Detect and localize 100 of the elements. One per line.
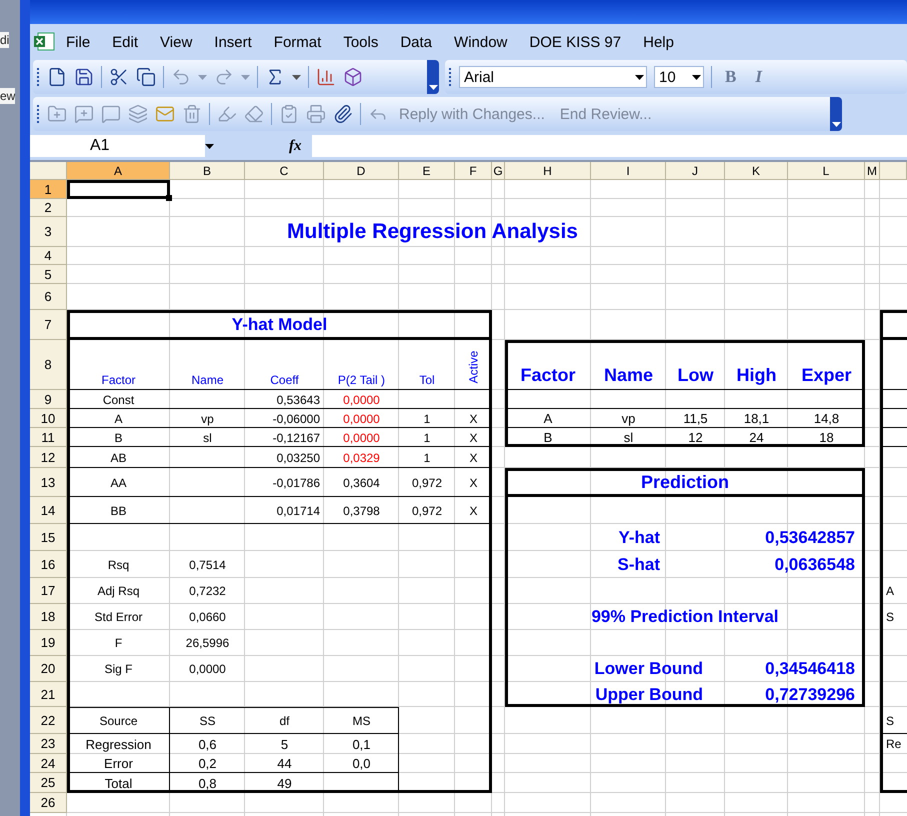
- column-header[interactable]: M: [865, 162, 880, 180]
- column-heading: Exper: [800, 364, 853, 387]
- table-cell-text: 1: [422, 410, 432, 428]
- table-cell-text: 0,1: [351, 736, 372, 754]
- row-header[interactable]: 23: [30, 734, 67, 754]
- row-header[interactable]: 11: [30, 428, 67, 447]
- stat-label: F: [114, 635, 124, 652]
- column-header[interactable]: A: [67, 162, 170, 180]
- row-header[interactable]: 14: [30, 497, 67, 524]
- stat-value: 0,7514: [188, 556, 227, 574]
- column-header[interactable]: B: [170, 162, 245, 180]
- menu-item[interactable]: Edit: [101, 34, 150, 50]
- cube-icon[interactable]: [343, 67, 363, 87]
- column-header[interactable]: D: [324, 162, 399, 180]
- panel-title: Prediction: [640, 471, 730, 494]
- row-header[interactable]: 7: [30, 310, 67, 340]
- column-heading: P(2 Tail ): [336, 372, 386, 389]
- formula-field[interactable]: [312, 135, 907, 157]
- row-header[interactable]: 15: [30, 524, 67, 551]
- caret-icon[interactable]: [832, 122, 840, 127]
- row-header[interactable]: 3: [30, 217, 67, 247]
- spreadsheet-icon[interactable]: [33, 32, 55, 52]
- caret-icon[interactable]: [205, 144, 214, 148]
- menu-item[interactable]: Insert: [203, 34, 263, 50]
- row-header[interactable]: 25: [30, 773, 67, 793]
- row-header[interactable]: 13: [30, 468, 67, 497]
- row-header[interactable]: 20: [30, 656, 67, 682]
- menu-item[interactable]: Data: [389, 34, 444, 50]
- grip-handle[interactable]: [37, 67, 40, 87]
- table-cell-text: 1: [422, 430, 432, 446]
- row-header[interactable]: 5: [30, 265, 67, 284]
- caret-icon[interactable]: [292, 74, 301, 80]
- function-label[interactable]: fx: [289, 138, 302, 154]
- table-cell-text: A: [542, 410, 554, 428]
- cell-text: A: [885, 583, 896, 600]
- paperclip-icon[interactable]: [333, 104, 353, 124]
- column-header[interactable]: I: [591, 162, 666, 180]
- row-header[interactable]: 10: [30, 409, 67, 428]
- table-cell-text: 0,0329: [342, 450, 381, 466]
- table-cell-text: B: [542, 429, 554, 447]
- row-header[interactable]: 18: [30, 604, 67, 630]
- table-cell-text: Total: [104, 774, 134, 792]
- bar-chart-icon[interactable]: [316, 67, 336, 87]
- menu-item[interactable]: File: [55, 34, 102, 50]
- grip-handle[interactable]: [37, 104, 40, 124]
- row-header[interactable]: 26: [30, 793, 67, 813]
- selected-cell[interactable]: [67, 180, 170, 199]
- menu-item[interactable]: Tools: [332, 34, 390, 50]
- row-header[interactable]: 22: [30, 707, 67, 734]
- toolbar-options-button[interactable]: [427, 60, 439, 94]
- menu-item[interactable]: Window: [443, 34, 518, 50]
- stat-value: 0,0660: [188, 609, 227, 626]
- column-header[interactable]: E: [399, 162, 455, 180]
- menu-item[interactable]: Format: [262, 34, 332, 50]
- row-header[interactable]: 4: [30, 247, 67, 265]
- estimate-label: Y-hat: [617, 526, 661, 548]
- table-cell-text: 0,6: [197, 736, 218, 754]
- row-header[interactable]: 2: [30, 199, 67, 217]
- row-header[interactable]: 17: [30, 578, 67, 604]
- row-header[interactable]: 1: [30, 180, 67, 199]
- save-icon[interactable]: [74, 67, 94, 87]
- menu-item[interactable]: DOE KISS 97: [518, 34, 632, 50]
- caret-icon[interactable]: [428, 85, 438, 90]
- row-header[interactable]: 12: [30, 447, 67, 468]
- row-header[interactable]: 9: [30, 390, 67, 409]
- table-cell-text: 24: [748, 429, 765, 447]
- table-cell-text: Error: [103, 755, 134, 773]
- name-box[interactable]: A1: [30, 135, 205, 157]
- new-document-icon[interactable]: [47, 67, 67, 87]
- caret-icon[interactable]: [692, 74, 701, 80]
- column-heading: Factor: [519, 364, 576, 387]
- column-header[interactable]: J: [666, 162, 725, 180]
- font-size-field[interactable]: 10: [654, 66, 704, 88]
- table-cell-text: 0,0000: [342, 430, 381, 446]
- table-cell-text: 0,0000: [342, 410, 381, 428]
- column-header[interactable]: C: [245, 162, 324, 180]
- row-header[interactable]: 19: [30, 630, 67, 656]
- column-header[interactable]: F: [455, 162, 492, 180]
- row-header[interactable]: 16: [30, 551, 67, 578]
- table-cell-text: X: [468, 430, 478, 446]
- row-header[interactable]: 8: [30, 340, 67, 390]
- menu-item[interactable]: Help: [632, 34, 685, 50]
- column-header[interactable]: K: [725, 162, 788, 180]
- row-header[interactable]: 21: [30, 682, 67, 707]
- row-header[interactable]: 24: [30, 754, 67, 773]
- grip-handle[interactable]: [449, 67, 452, 87]
- menu-item[interactable]: View: [149, 34, 204, 50]
- scissors-icon[interactable]: [109, 67, 129, 87]
- copy-icon[interactable]: [136, 67, 156, 87]
- caret-icon[interactable]: [635, 74, 644, 80]
- clipboard-icon[interactable]: [279, 104, 299, 124]
- table-cell-text: 0,03250: [276, 450, 321, 466]
- column-header[interactable]: H: [505, 162, 591, 180]
- font-field[interactable]: Arial: [459, 66, 647, 88]
- toolbar-options-button[interactable]: [830, 97, 842, 131]
- column-header[interactable]: L: [788, 162, 865, 180]
- bound-value: 0,72739296: [764, 684, 856, 706]
- row-header[interactable]: 6: [30, 284, 67, 310]
- column-header[interactable]: G: [492, 162, 505, 180]
- column-heading: MS: [352, 712, 372, 730]
